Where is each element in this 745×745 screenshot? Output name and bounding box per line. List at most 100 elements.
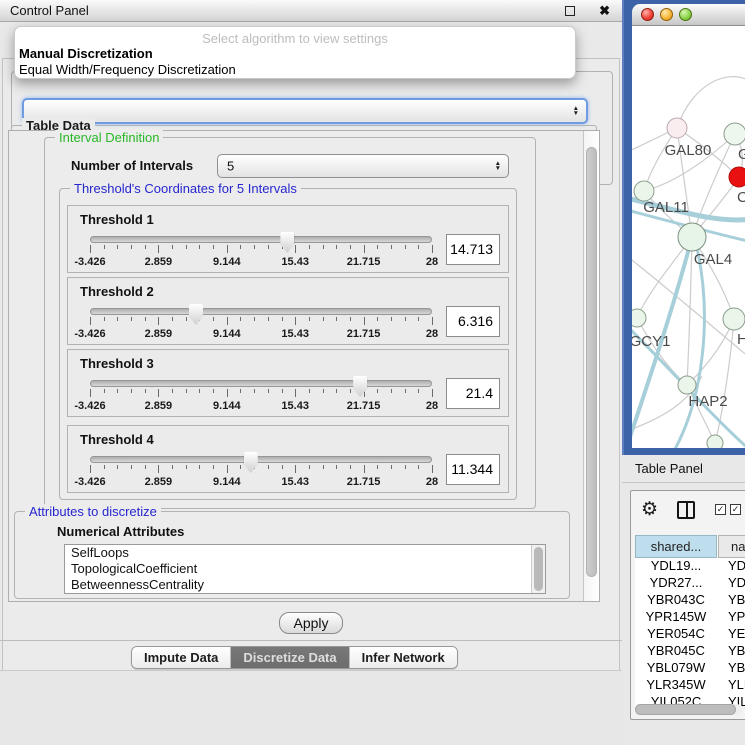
column-header-shared-name[interactable]: shared... [635,535,717,558]
slider-tick [227,317,228,325]
slider-tick-label: 9.144 [213,328,241,340]
list-scrollbar[interactable] [531,545,545,593]
slider-tick [254,317,255,321]
column-header-name[interactable]: na [718,535,745,558]
slider-tick [240,389,241,393]
slider-tick-label: -3.426 [74,256,105,268]
slider-tick [199,389,200,393]
checkbox-icon[interactable]: ✓ [730,504,741,515]
threshold-1-value[interactable]: 14.713 [446,234,500,265]
slider-tick [336,465,337,469]
table-row[interactable]: YBL079WYBL0 [635,660,745,677]
network-node[interactable] [723,308,745,330]
slider-tick [186,389,187,393]
control-panel-title: Control Panel [10,3,89,18]
slider-tick [172,245,173,249]
dropdown-option-equal-width[interactable]: Equal Width/Frequency Discretization [15,62,575,78]
slider-tick [350,317,351,321]
slider-tick [336,389,337,393]
network-node[interactable] [678,223,706,251]
algorithm-combobox[interactable]: ▲▼ [22,98,588,124]
slider-tick-label: 28 [426,328,438,340]
table-row[interactable]: YBR045CYBR0 [635,643,745,660]
slider-tick [377,465,378,469]
network-window: GAL80GACGAL11GAL4GCY1HHAP2 [632,4,745,448]
slider-tick [405,465,406,469]
gear-icon[interactable]: ⚙ [641,498,658,521]
table-row[interactable]: YDR27...YDR2 [635,575,745,592]
zoom-traffic-light[interactable] [679,8,692,21]
table-horizontal-scrollbar[interactable] [635,704,742,715]
slider-tick [391,465,392,469]
network-node[interactable] [678,376,696,394]
threshold-2-value[interactable]: 6.316 [446,306,500,337]
slider-tick [309,465,310,469]
numerical-attributes-list[interactable]: SelfLoops TopologicalCoefficient Between… [64,544,546,594]
list-item[interactable]: SelfLoops [65,545,545,561]
table-scrollbar-thumb[interactable] [635,704,736,715]
threshold-2-slider[interactable]: -3.4262.8599.14415.4321.71528 [90,304,432,342]
settings-scrollbar-thumb[interactable] [586,147,597,577]
slider-tick [104,317,105,321]
table-row[interactable]: YDL19...YDL1 [635,558,745,575]
slider-tick-labels: -3.4262.8599.14415.4321.71528 [90,400,432,412]
slider-tick [364,317,365,325]
slider-tick [432,245,433,253]
slider-ticks [90,389,432,398]
network-node[interactable] [634,181,654,201]
threshold-3-slider[interactable]: -3.4262.8599.14415.4321.71528 [90,376,432,414]
tab-discretize-data[interactable]: Discretize Data [230,647,348,668]
slider-tick [199,245,200,249]
network-node[interactable] [724,123,745,145]
slider-tick [323,389,324,393]
slider-tick [90,389,91,397]
split-view-icon[interactable] [677,501,695,519]
slider-tick [104,245,105,249]
close-traffic-light[interactable] [641,8,654,21]
network-node[interactable] [729,167,745,187]
network-node[interactable] [667,118,687,138]
checkbox-icon[interactable]: ✓ [715,504,726,515]
slider-tick [377,317,378,321]
slider-track [90,308,432,315]
slider-tick [295,245,296,253]
list-item[interactable]: BetweennessCentrality [65,577,545,593]
tab-infer-network[interactable]: Infer Network [349,647,457,668]
float-window-icon[interactable] [565,6,575,16]
slider-tick [309,389,310,393]
apply-button[interactable]: Apply [279,612,343,634]
number-of-intervals-value: 5 [227,159,234,174]
list-scrollbar-thumb[interactable] [534,547,543,591]
table-row[interactable]: YER054CYER0 [635,626,745,643]
threshold-1-slider[interactable]: -3.4262.8599.14415.4321.71528 [90,232,432,270]
slider-tick-label: 21.715 [347,476,381,488]
table-row[interactable]: YPR145WYPR1 [635,609,745,626]
slider-tick [104,465,105,469]
network-canvas[interactable]: GAL80GACGAL11GAL4GCY1HHAP2 [632,26,745,448]
close-icon[interactable]: ✖ [599,2,610,20]
settings-scrollbar[interactable] [583,131,599,601]
slider-tick-label: -3.426 [74,476,105,488]
combo-arrows-icon: ▲▼ [495,161,501,171]
threshold-4-slider[interactable]: -3.4262.8599.14415.4321.71528 [90,452,432,490]
threshold-4-value[interactable]: 11.344 [446,454,500,485]
list-item[interactable]: TopologicalCoefficient [65,561,545,577]
slider-tick [323,245,324,249]
network-edge [637,318,687,385]
slider-tick [199,465,200,469]
number-of-intervals-combobox[interactable]: 5 ▲▼ [217,154,509,178]
dropdown-option-manual[interactable]: Manual Discretization [15,46,575,62]
network-node[interactable] [632,309,646,327]
minimize-traffic-light[interactable] [660,8,673,21]
threshold-3-value[interactable]: 21.4 [446,378,500,409]
table-row[interactable]: YBR043CYBR0 [635,592,745,609]
slider-tick [432,389,433,397]
divider [0,640,622,641]
slider-tick [145,245,146,249]
threshold-2-label: Threshold 2 [80,284,154,299]
table-row[interactable]: YLR345WYLR3 [635,677,745,694]
slider-tick [90,245,91,253]
network-node[interactable] [707,435,723,448]
network-node-label: C [737,189,745,206]
tab-impute-data[interactable]: Impute Data [132,647,230,668]
